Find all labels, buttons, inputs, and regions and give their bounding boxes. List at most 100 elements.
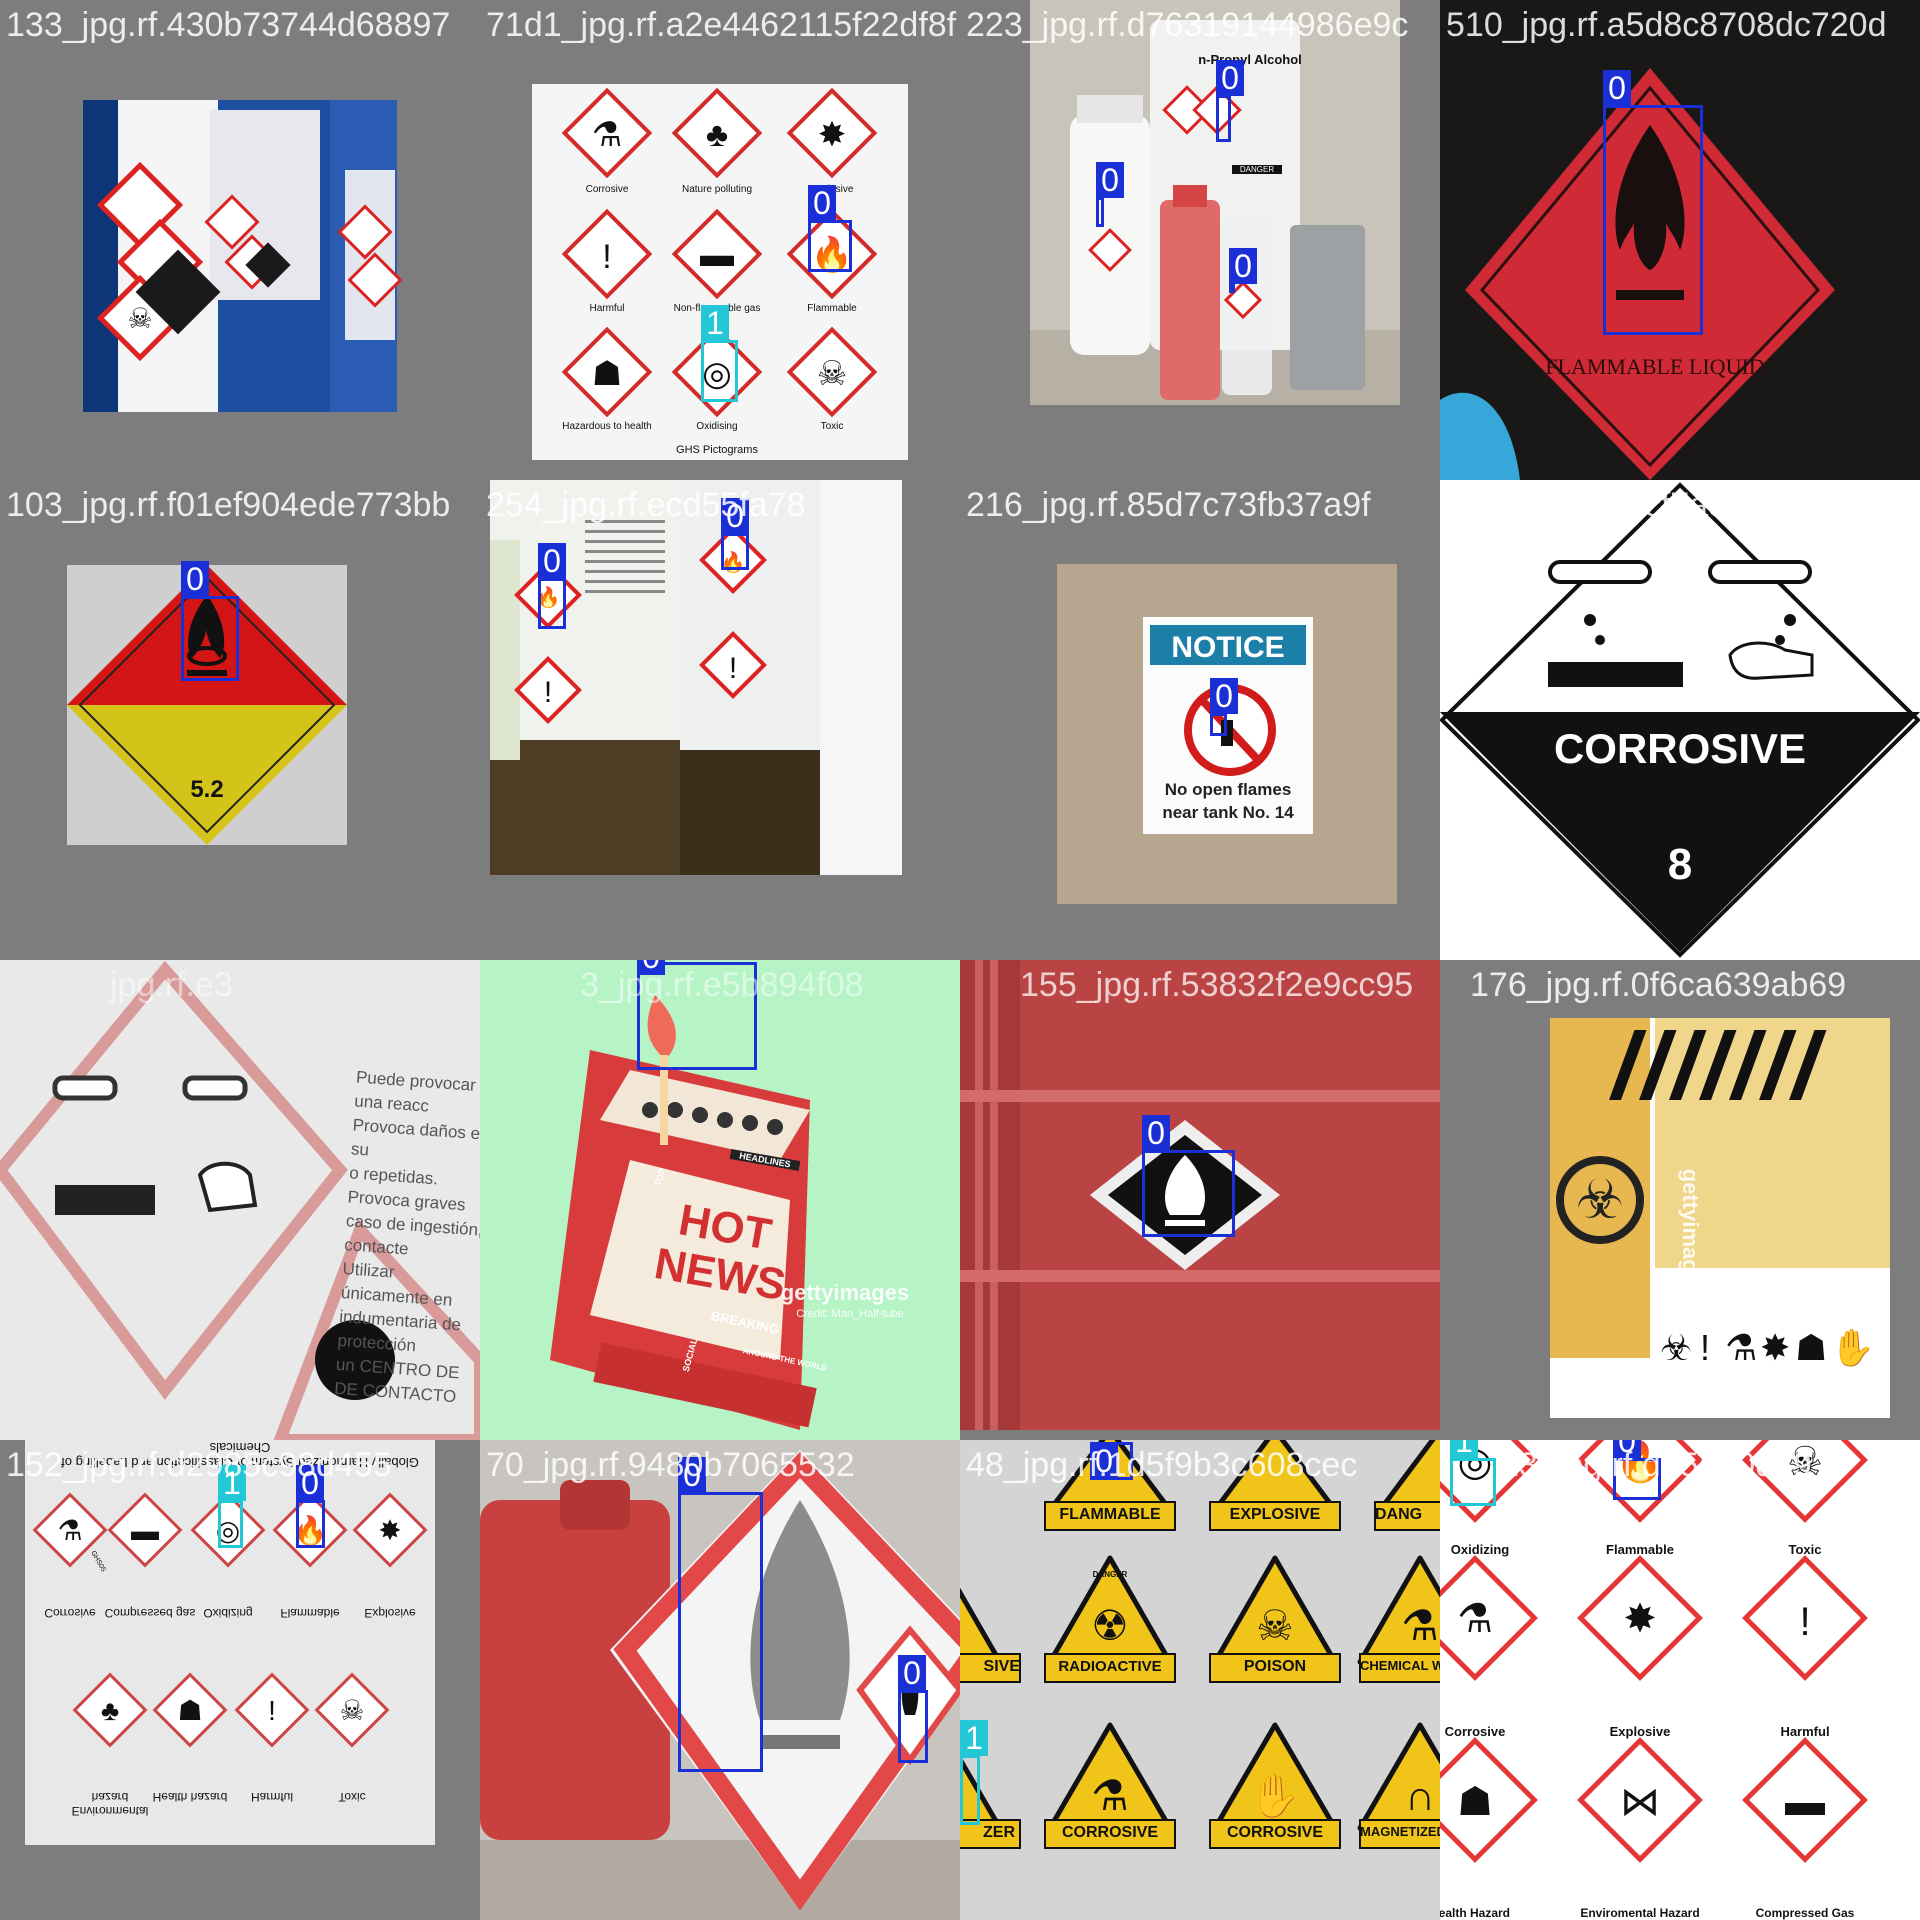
pictogram-label-toxic: Toxic <box>338 1790 366 1804</box>
pictogram-label-oxidizing: Oxidizing <box>1450 1542 1510 1557</box>
pictogram-label-compressed-gas: Compressed gas <box>104 1606 196 1620</box>
warning-label: ZER <box>983 1824 1015 1841</box>
class-label: 0 <box>637 960 665 975</box>
class-number: 5.2 <box>190 776 224 803</box>
class-label: 1 <box>218 1465 246 1501</box>
svg-text:☗: ☗ <box>177 1695 202 1726</box>
class-label: 0 <box>1603 70 1631 106</box>
tile-drums: ☠ 133_jpg.rf.430b73744d68897 <box>0 0 480 480</box>
warning-label: POISON <box>1243 1658 1307 1675</box>
detection-box: 1 <box>701 305 738 402</box>
watermark-credit: Credit: Man_Half-tube <box>796 1308 904 1320</box>
bottle-label-product: n-Propyl Alcohol <box>1198 52 1302 67</box>
pictogram-label-health-hazard: Health hazard <box>152 1790 228 1804</box>
detection-box: 0 <box>1096 162 1124 227</box>
notice-line-1: No open flames <box>1164 780 1292 799</box>
pictogram-label-explosive: Explosive <box>364 1606 416 1620</box>
svg-text:⋈: ⋈ <box>1620 1780 1660 1824</box>
svg-text:⚗: ⚗ <box>1725 1327 1757 1368</box>
svg-text:▬: ▬ <box>1785 1780 1825 1824</box>
detection-box: 1 <box>218 1465 246 1548</box>
svg-text:☠: ☠ <box>1787 1440 1823 1484</box>
pictogram-label-flammable: Flammable <box>1606 1542 1674 1557</box>
svg-text:⚗: ⚗ <box>1091 1772 1129 1819</box>
drums-image: ☠ <box>83 100 403 412</box>
detection-box: 0 <box>637 960 757 1070</box>
svg-text:☗: ☗ <box>1457 1780 1493 1824</box>
detection-grid: ☠ 133_jpg.rf.430b73744d68897 ⚗ ♣ ✸ ! ▬ 🔥… <box>0 0 1920 1920</box>
pictogram-label-environmental-hazard: Enviromental Hazard <box>1580 1906 1700 1920</box>
svg-text:☗: ☗ <box>1795 1327 1827 1368</box>
warning-label: EXPLOSIVE <box>1229 1506 1321 1523</box>
notice-line-2: near tank No. 14 <box>1162 803 1294 822</box>
pictogram-label-toxic: Toxic <box>820 421 844 432</box>
ghs-chart-image: ⚗ ♣ ✸ ! ▬ 🔥 ☗ ◎ ☠ <box>532 84 908 460</box>
warning-label: CHEMICAL W <box>1360 1658 1440 1673</box>
svg-text:✸: ✸ <box>818 116 847 154</box>
pictogram-label-flammable: Flammable <box>807 303 857 314</box>
warning-triangles-image: ☢ ☠ ⚗ ⚗ ✋ ∩ <box>960 1440 1440 1920</box>
svg-text:✸: ✸ <box>1623 1597 1657 1641</box>
svg-text:☗: ☗ <box>592 355 622 393</box>
tile-biohazard: ☣ ☣! ⚗ ✸ ☗ ✋ gettyimages 176_jpg.rf.0f6ca639… <box>1440 960 1920 1440</box>
svg-text:✋: ✋ <box>1830 1327 1875 1368</box>
pictogram-label-toxic: Toxic <box>1788 1542 1822 1557</box>
detection-box: 0 <box>678 1457 763 1772</box>
svg-text:∩: ∩ <box>1405 1772 1435 1819</box>
warning-label: DANG <box>1375 1506 1423 1523</box>
spanish-text-block: Puede provocar una reacc Provoca daños e… <box>333 1066 480 1411</box>
tile-corrosive-placard: CORROSIVE 8 1_jpg.rf.06ff4cf7a3 <box>1440 480 1920 960</box>
detection-box: 0 <box>1210 678 1238 736</box>
ghs-grid-image: ◎ 🔥 ☠ ⚗ ✸! ☗ ⋈ ▬ <box>1440 1440 1920 1920</box>
svg-text:⚗: ⚗ <box>1457 1597 1493 1641</box>
pictogram-label-flammable: Flammable <box>280 1606 340 1620</box>
tile-notice-sign: NOTICE No open flames near tank No. 14 0… <box>960 480 1440 960</box>
tile-flammable-liquid: FLAMMABLE LIQUID 0 510_jpg.rf.a5d8c8708d… <box>1440 0 1920 480</box>
detection-box: 0 <box>1090 1442 1133 1480</box>
svg-text:⚗: ⚗ <box>592 116 622 154</box>
class-label: 0 <box>1216 60 1244 96</box>
tile-warning-triangles: ☢ ☠ ⚗ ⚗ ✋ ∩ FLAMMABLE EXPLOSIVE DANG RADIOAC… <box>960 1440 1440 1920</box>
tile-ghs-chart: ⚗ ♣ ✸ ! ▬ 🔥 ☗ ◎ ☠ Corrosive Nature pollu… <box>480 0 960 480</box>
class-label: 0 <box>1096 162 1124 198</box>
svg-text:▬: ▬ <box>700 236 734 274</box>
class-label: 0 <box>1090 1443 1118 1479</box>
tile-mirrored-ghs-chart: ⚗ ▬ ◎ 🔥 ✸ ♣ ☗! ☠ Globally Harmonized System of… <box>0 1440 480 1920</box>
detection-box: 0 <box>181 561 239 681</box>
class-label: 0 <box>296 1465 324 1501</box>
watermark: gettyimages <box>1678 1168 1703 1298</box>
tile-spanish-label: Puede provocar una reacc Provoca daños e… <box>0 960 480 1440</box>
danger-small-label: DANGER <box>1092 1570 1128 1579</box>
pictogram-label-harmful: Harmful <box>250 1790 293 1804</box>
pictogram-label-hazardous-to-health: Hazardous to health <box>562 421 652 432</box>
detection-box: 0 <box>296 1465 325 1548</box>
detection-box: 0 <box>898 1655 928 1763</box>
tile-matchbox: HOT NEWS HEADLINES TOP SOCIAL BREAKING A… <box>480 960 960 1440</box>
svg-text:!: ! <box>729 652 737 685</box>
svg-text:!: ! <box>602 238 611 276</box>
detection-box: 0 <box>721 498 749 570</box>
detection-box: 0 <box>1603 70 1703 335</box>
notice-header: NOTICE <box>1171 631 1285 664</box>
warning-label: CORROSIVE <box>1061 1824 1158 1841</box>
bottle-label-signal: DANGER <box>1232 165 1282 174</box>
watermark: gettyimages <box>780 1280 910 1305</box>
svg-text:♣: ♣ <box>706 116 728 154</box>
class-label: 0 <box>1613 1440 1641 1459</box>
svg-text:✸: ✸ <box>378 1515 401 1546</box>
tile-ghs-grid: ◎ 🔥 ☠ ⚗ ✸! ☗ ⋈ ▬ Oxidizing Flammable Toxic Co… <box>1440 1440 1920 1920</box>
svg-text:☠: ☠ <box>339 1695 364 1726</box>
class-label: 1 <box>1450 1440 1478 1459</box>
svg-text:☠: ☠ <box>817 355 847 393</box>
notice-sign-image <box>1057 564 1397 904</box>
chart-caption: GHS Pictograms <box>676 444 758 456</box>
class-label: 0 <box>808 185 836 221</box>
detection-box: 1 <box>1450 1440 1496 1506</box>
warning-label: RADIOACTIVE <box>1058 1658 1162 1675</box>
tile-amber-bottles: ! ! 🔥 🔥 0 0 254_jpg.rf.ecd55fa78 <box>480 480 960 960</box>
class-label: 1 <box>960 1720 988 1756</box>
detection-box: 0 <box>1142 1115 1235 1237</box>
pictogram-label-corrosive: Corrosive <box>585 184 629 195</box>
placard-text: FLAMMABLE LIQUID <box>1545 354 1765 379</box>
svg-text:⚗: ⚗ <box>57 1515 82 1546</box>
